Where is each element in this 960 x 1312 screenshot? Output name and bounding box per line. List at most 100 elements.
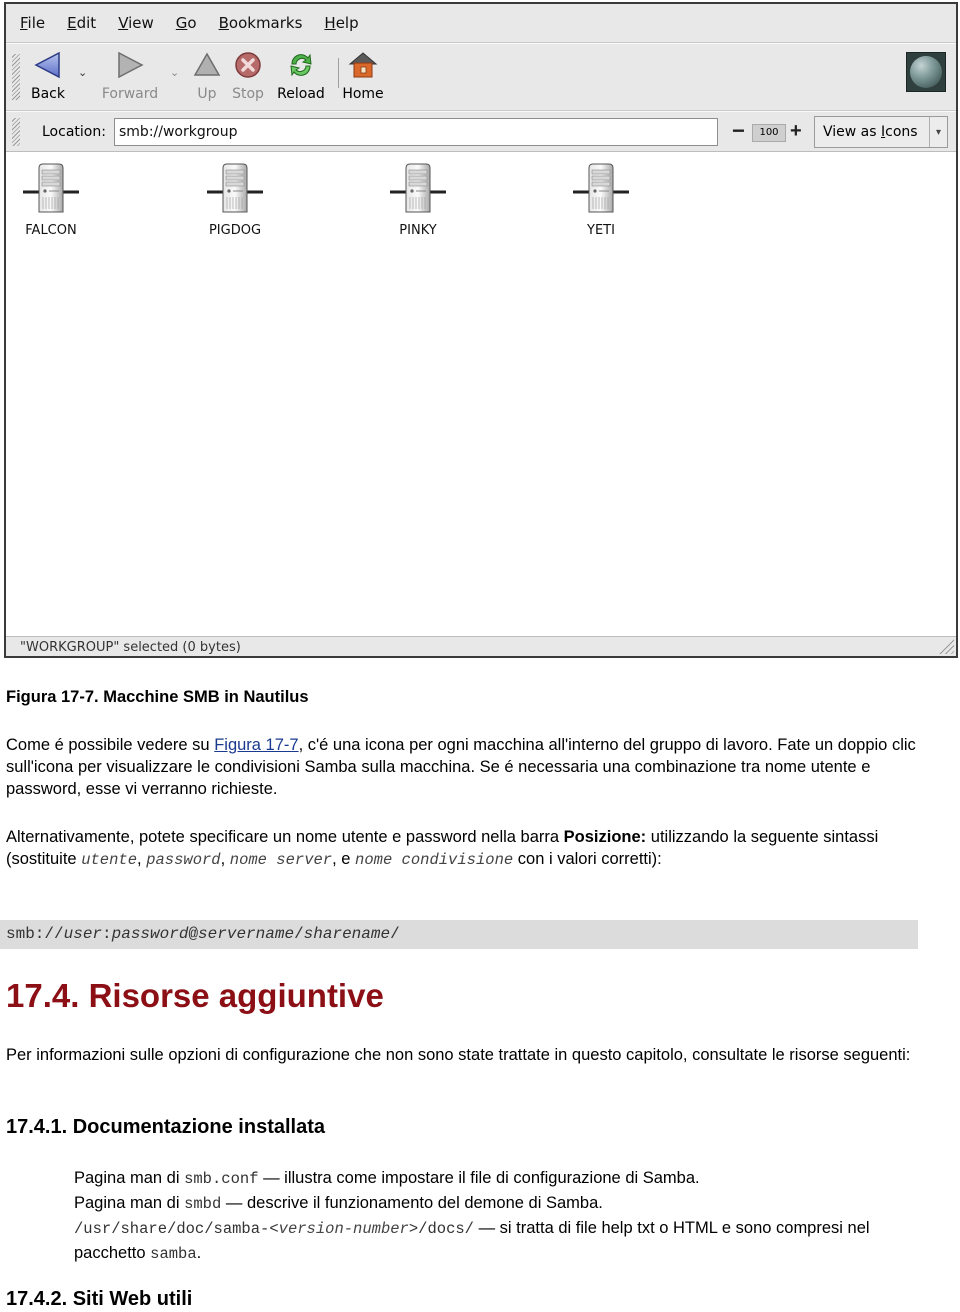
reload-button[interactable]: Reload: [274, 48, 328, 102]
forward-label: Forward: [101, 86, 159, 102]
back-button[interactable]: Back: [26, 48, 70, 102]
back-history-chevron-icon[interactable]: ⌄: [78, 66, 87, 79]
menu-bookmarks-label: ookmarks: [228, 14, 303, 32]
menu-bar: File Edit View Go Bookmarks Help: [6, 4, 956, 43]
nautilus-window: File Edit View Go Bookmarks Help Back ⌄ …: [4, 2, 958, 658]
menu-go-mnemonic: G: [175, 14, 188, 32]
toolbar-separator: [338, 58, 339, 88]
up-label: Up: [197, 86, 217, 102]
menu-file[interactable]: File: [20, 14, 45, 32]
code-block: smb://user:password@servername/sharename…: [0, 920, 918, 949]
icon-view[interactable]: FALCON PIGDOG PINKY YETI: [6, 151, 956, 636]
server-item-pinky[interactable]: PINKY: [373, 162, 463, 238]
docs-list: Pagina man di smb.conf — illustra come i…: [74, 1166, 934, 1266]
forward-arrow-icon: [118, 51, 144, 79]
code-user: user: [63, 925, 103, 943]
var-utente: utente: [81, 851, 138, 869]
code-password: password: [111, 925, 189, 943]
menu-bookmarks-mnemonic: B: [218, 14, 229, 32]
view-as-select[interactable]: View as Icons ▾: [814, 116, 948, 148]
location-bar: Location: − 100 + View as Icons ▾: [6, 111, 956, 153]
location-label: Location:: [42, 124, 106, 140]
list-item-end: .: [196, 1244, 202, 1262]
throbber-ball-icon: [910, 56, 942, 88]
list-item: Pagina man di smbd — descrive il funzion…: [74, 1191, 934, 1216]
stop-button[interactable]: Stop: [230, 48, 266, 102]
paragraph-3: Per informazioni sulle opzioni di config…: [6, 1046, 911, 1064]
menu-go[interactable]: Go: [176, 14, 197, 32]
zoom-in-button[interactable]: +: [790, 117, 802, 145]
server-icon: [573, 163, 629, 213]
menu-help-mnemonic: H: [324, 14, 336, 32]
menu-view[interactable]: View: [118, 14, 154, 32]
toolbar-grip[interactable]: [12, 54, 20, 100]
up-button[interactable]: Up: [192, 48, 222, 102]
p2-bold-posizione: Posizione:: [563, 828, 647, 846]
status-bar: "WORKGROUP" selected (0 bytes): [6, 636, 956, 656]
server-label: YETI: [587, 223, 615, 238]
reload-label: Reload: [277, 86, 325, 102]
menu-view-mnemonic: V: [118, 14, 129, 32]
list-item-desc: — descrive il funzionamento del demone d…: [221, 1194, 603, 1212]
code-share: sharename: [303, 925, 391, 943]
list-item-text: Pagina man di: [74, 1169, 185, 1187]
menu-edit[interactable]: Edit: [67, 14, 96, 32]
code-server: servername: [198, 925, 295, 943]
reload-icon: [290, 53, 312, 77]
server-label: FALCON: [25, 223, 77, 238]
back-label: Back: [31, 86, 65, 102]
forward-history-chevron-icon[interactable]: ⌄: [170, 66, 179, 79]
var-nome-condivisione: nome condivisione: [355, 851, 514, 869]
view-as-dropdown-icon[interactable]: ▾: [930, 127, 947, 138]
paragraph-1: Come é possibile vedere su Figura 17-7, …: [6, 734, 918, 800]
code-at: @: [188, 925, 199, 943]
menu-go-label: o: [187, 14, 197, 32]
server-item-yeti[interactable]: YETI: [556, 162, 646, 238]
var-nome-server: nome server: [229, 851, 333, 869]
view-as-prefix: View as: [823, 124, 881, 140]
stop-label: Stop: [232, 86, 264, 102]
section-heading: 17.4. Risorse aggiuntive: [6, 977, 384, 1014]
server-label: PINKY: [399, 223, 437, 238]
location-bar-grip[interactable]: [12, 118, 20, 146]
server-item-pigdog[interactable]: PIGDOG: [190, 162, 280, 238]
list-item-desc: — illustra come impostare il file di con…: [258, 1169, 700, 1187]
view-as-rest: cons: [885, 124, 918, 140]
p2-text-1: Alternativamente, potete specificare un …: [6, 828, 564, 846]
list-item-code-version: version-number: [278, 1220, 409, 1238]
code-slash: /: [294, 925, 304, 943]
subsection-heading-websites: 17.4.2. Siti Web utili: [6, 1288, 193, 1310]
code-colon: :: [102, 925, 112, 943]
var-password: password: [146, 851, 221, 869]
server-icon: [207, 163, 263, 213]
resize-grip[interactable]: [936, 636, 954, 654]
p2-text-3: con i valori corretti):: [513, 850, 662, 868]
menu-bookmarks[interactable]: Bookmarks: [219, 14, 303, 32]
list-item: Pagina man di smb.conf — illustra come i…: [74, 1166, 934, 1191]
forward-button[interactable]: Forward: [100, 48, 160, 102]
menu-file-mnemonic: F: [20, 14, 28, 32]
menu-help-label: elp: [335, 14, 359, 32]
up-arrow-icon: [193, 52, 221, 76]
menu-help[interactable]: Help: [324, 14, 358, 32]
menu-file-label: ile: [27, 14, 46, 32]
server-item-falcon[interactable]: FALCON: [6, 162, 96, 238]
list-item: /usr/share/doc/samba-<version-number>/do…: [74, 1216, 934, 1266]
menu-edit-label: dit: [76, 14, 97, 32]
menu-view-label: iew: [128, 14, 154, 32]
code-prefix: smb://: [6, 925, 64, 943]
paragraph-2: Alternativamente, potete specificare un …: [6, 826, 918, 871]
list-item-code: smb.conf: [184, 1170, 259, 1188]
home-button[interactable]: Home: [340, 48, 386, 102]
home-icon: [348, 52, 378, 78]
location-input[interactable]: [114, 118, 718, 146]
list-item-code-package: samba: [150, 1245, 197, 1263]
list-item-text: Pagina man di: [74, 1194, 185, 1212]
p2-sep-1: ,: [137, 850, 147, 868]
list-item-code: smbd: [184, 1195, 222, 1213]
figure-caption: Figura 17-7. Macchine SMB in Nautilus: [6, 688, 309, 706]
zoom-out-button[interactable]: −: [732, 117, 745, 145]
stop-icon: [235, 52, 261, 78]
zoom-level[interactable]: 100: [752, 124, 786, 142]
figure-link[interactable]: Figura 17-7: [214, 736, 298, 754]
